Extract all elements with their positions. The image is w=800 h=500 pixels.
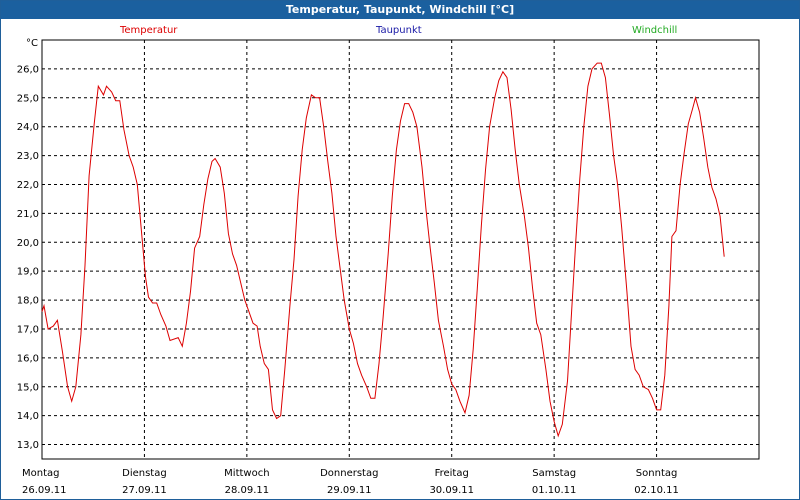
- x-tick-day-label: Montag: [22, 468, 59, 479]
- x-tick-date-label: 28.09.11: [225, 485, 270, 496]
- y-tick-label: 17,0: [17, 324, 39, 335]
- x-tick-day-label: Sonntag: [636, 468, 678, 479]
- x-tick-day-label: Dienstag: [122, 468, 167, 479]
- y-tick-label: 25,0: [17, 93, 39, 104]
- y-tick-label: 23,0: [17, 151, 39, 162]
- line-chart: 13,0 14,0 15,0 16,0 17,0 18,0 19,0 20,0 21,0 22,0…: [17, 39, 760, 496]
- y-tick-label: 16,0: [17, 353, 39, 364]
- x-tick-day-label: Mittwoch: [224, 468, 269, 479]
- y-tick-label: 21,0: [17, 209, 39, 220]
- y-tick-label: 24,0: [17, 122, 39, 133]
- x-tick-date-label: 02.10.11: [634, 485, 679, 496]
- x-tick-date-label: 30.09.11: [429, 485, 474, 496]
- x-tick-day-label: Freitag: [435, 468, 469, 479]
- x-tick-day-label: Donnerstag: [320, 468, 378, 479]
- y-tick-label: 22,0: [17, 180, 39, 191]
- y-tick-label: 20,0: [17, 238, 39, 249]
- y-tick-label: 19,0: [17, 267, 39, 278]
- x-tick-date-label: 26.09.11: [22, 485, 67, 496]
- y-tick-label: 15,0: [17, 382, 39, 393]
- y-tick-label: 26,0: [17, 64, 39, 75]
- y-tick-label: 14,0: [17, 411, 39, 422]
- x-tick-date-label: 27.09.11: [122, 485, 167, 496]
- y-tick-label: 18,0: [17, 296, 39, 307]
- x-tick-day-label: Samstag: [532, 468, 576, 479]
- y-tick-label: 13,0: [17, 440, 39, 451]
- chart-title: Temperatur, Taupunkt, Windchill [°C]: [1, 1, 799, 19]
- x-tick-date-label: 01.10.11: [532, 485, 577, 496]
- x-tick-date-label: 29.09.11: [327, 485, 372, 496]
